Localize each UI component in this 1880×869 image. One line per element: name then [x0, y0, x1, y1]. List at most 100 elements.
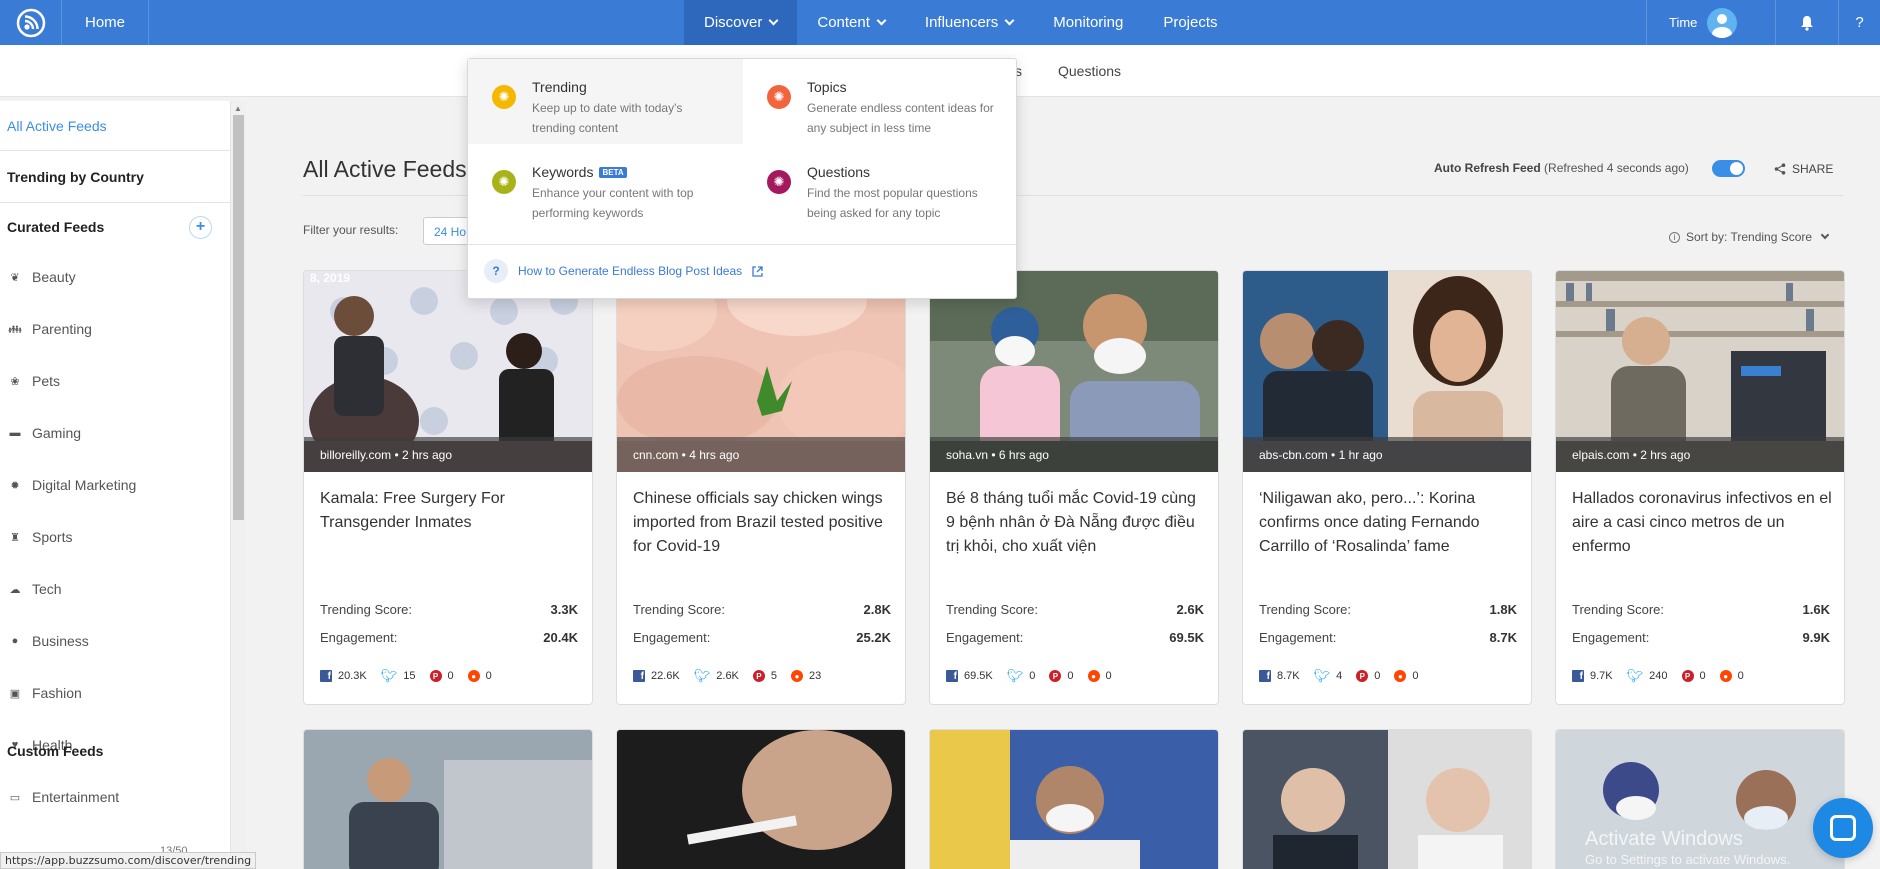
article-title[interactable]: Chinese officials say chicken wings impo… [633, 487, 895, 559]
info-icon: i [1669, 231, 1680, 243]
article-title[interactable]: ‘Niligawan ako, pero...’: Korina confirm… [1259, 487, 1521, 559]
article-title[interactable]: Bé 8 tháng tuổi mắc Covid-19 cùng 9 bệnh… [946, 487, 1208, 559]
trending-score-value: 1.6K [1802, 602, 1830, 617]
sidebar-item-trending-by-country[interactable]: Trending by Country [0, 151, 230, 203]
facebook-icon: f [946, 670, 958, 682]
buzzsumo-logo[interactable] [0, 0, 62, 45]
article-image[interactable] [930, 730, 1219, 869]
article-card[interactable]: elpais.com • 2 hrs ago Hallados coronavi… [1555, 270, 1845, 705]
notifications-button[interactable] [1775, 0, 1838, 45]
social-stats: f 8.7K 🐦︎ 4 P0 ● 0 [1259, 668, 1419, 684]
article-image[interactable] [1243, 730, 1532, 869]
pinterest-count: 0 [447, 670, 454, 682]
subnav-questions[interactable]: Questions [1058, 63, 1121, 79]
engagement-label: Engagement: [946, 630, 1024, 645]
sidebar-item-parenting[interactable]: 👪︎ Parenting [0, 303, 230, 355]
menu-item-title: Topics [807, 79, 1018, 95]
article-image[interactable] [304, 730, 593, 869]
engagement-row: Engagement: 8.7K [1259, 630, 1517, 645]
article-title[interactable]: Hallados coronavirus infectivos en el ai… [1572, 487, 1834, 559]
pinterest-icon: P [429, 670, 442, 682]
article-title[interactable]: Kamala: Free Surgery For Transgender Inm… [320, 487, 582, 535]
article-card[interactable] [616, 729, 906, 869]
reddit-icon: ● [1394, 670, 1407, 682]
article-card[interactable]: cnn.com • 4 hrs ago Chinese officials sa… [616, 270, 906, 705]
twitter-stat: 🐦︎ 0 [1007, 668, 1036, 684]
topics-icon [767, 85, 791, 109]
menu-item-trending[interactable]: Trending Keep up to date with today's tr… [468, 59, 743, 144]
trending-score-label: Trending Score: [1572, 602, 1665, 617]
sidebar-scrollbar-thumb[interactable] [233, 115, 244, 520]
reddit-icon: ● [467, 670, 480, 682]
nav-influencers[interactable]: Influencers [905, 0, 1033, 45]
blog-post-ideas-link[interactable]: ? How to Generate Endless Blog Post Idea… [484, 259, 763, 283]
filter-label: Filter your results: [303, 223, 399, 237]
twitter-count: 4 [1336, 670, 1343, 682]
reddit-icon: ● [1719, 670, 1732, 682]
nav-content[interactable]: Content [797, 0, 905, 45]
nav-projects[interactable]: Projects [1143, 0, 1237, 45]
sidebar-item-business[interactable]: ● Business [0, 615, 230, 667]
trending-score-label: Trending Score: [633, 602, 726, 617]
article-card[interactable]: soha.vn • 6 hrs ago Bé 8 tháng tuổi mắc … [929, 270, 1219, 705]
article-card[interactable] [1242, 729, 1532, 869]
page-title: All Active Feeds [303, 156, 467, 182]
curated-feeds-header: Curated Feeds + [0, 203, 230, 251]
scroll-up-icon[interactable]: ▲ [234, 104, 242, 113]
auto-refresh-toggle[interactable] [1712, 160, 1745, 177]
share-button[interactable]: SHARE [1774, 162, 1833, 176]
twitter-icon: 🐦︎ [1313, 668, 1331, 683]
camera-icon: ▣ [9, 687, 21, 700]
engagement-label: Engagement: [633, 630, 711, 645]
help-button[interactable]: ? [1838, 0, 1880, 45]
engagement-label: Engagement: [1572, 630, 1650, 645]
article-card[interactable] [303, 729, 593, 869]
article-source: cnn.com • 4 hrs ago [617, 437, 905, 472]
article-card[interactable]: abs-cbn.com • 1 hr ago ‘Niligawan ako, p… [1242, 270, 1532, 705]
nav-content-label: Content [817, 14, 870, 31]
article-card[interactable] [929, 729, 1219, 869]
beauty-icon: ❦ [10, 271, 20, 284]
sidebar-item-entertainment[interactable]: ▭ Entertainment [0, 771, 230, 823]
twitter-stat: 🐦︎ 4 [1314, 668, 1343, 684]
sort-by-label: Sort by: Trending Score [1686, 230, 1813, 244]
menu-item-topics[interactable]: Topics Generate endless content ideas fo… [743, 59, 1018, 144]
sidebar-item-label: Parenting [32, 321, 92, 337]
menu-item-questions[interactable]: Questions Find the most popular question… [743, 144, 1018, 229]
trending-score-row: Trending Score: 3.3K [320, 602, 578, 617]
user-menu[interactable]: Time [1646, 0, 1775, 45]
menu-divider [468, 244, 1016, 245]
chat-launcher-button[interactable] [1813, 798, 1873, 858]
sort-by-select[interactable]: i Sort by: Trending Score [1669, 230, 1830, 244]
reddit-stat: ● 0 [467, 670, 492, 682]
add-curated-feed-button[interactable]: + [189, 215, 212, 239]
chevron-down-icon [1004, 15, 1015, 26]
pinterest-count: 0 [1067, 670, 1074, 682]
user-name: Time [1669, 15, 1698, 30]
engagement-value: 20.4K [543, 630, 578, 645]
trending-score-label: Trending Score: [946, 602, 1039, 617]
sidebar-item-sports[interactable]: ♜ Sports [0, 511, 230, 563]
menu-item-keywords[interactable]: Keywords BETA Enhance your content with t… [468, 144, 743, 229]
pinterest-count: 0 [1699, 670, 1706, 682]
reddit-icon: ● [1087, 670, 1100, 682]
engagement-value: 69.5K [1169, 630, 1204, 645]
sidebar-item-all-active-feeds[interactable]: All Active Feeds [0, 101, 230, 151]
twitter-icon: 🐦︎ [1006, 668, 1024, 683]
pinterest-stat: P0 [429, 670, 454, 682]
windows-activation-subtext: Go to Settings to activate Windows. [1585, 852, 1791, 867]
reddit-count: 0 [485, 670, 492, 682]
sidebar-item-digital-marketing[interactable]: ✹ Digital Marketing [0, 459, 230, 511]
reddit-stat: ● 0 [1394, 670, 1419, 682]
nav-monitoring[interactable]: Monitoring [1033, 0, 1143, 45]
sidebar-item-tech[interactable]: ☁ Tech [0, 563, 230, 615]
sidebar-item-fashion[interactable]: ▣ Fashion [0, 667, 230, 719]
nav-home[interactable]: Home [62, 0, 149, 45]
sidebar-item-beauty[interactable]: ❦ Beauty [0, 251, 230, 303]
article-image[interactable] [617, 730, 906, 869]
article-card[interactable]: 8, 2019 billoreilly.com • 2 hrs ago Kama… [303, 270, 593, 705]
sidebar-item-pets[interactable]: ❀ Pets [0, 355, 230, 407]
sidebar-item-gaming[interactable]: ▬ Gaming [0, 407, 230, 459]
nav-discover[interactable]: Discover [684, 0, 798, 45]
pinterest-icon: P [1681, 670, 1694, 682]
